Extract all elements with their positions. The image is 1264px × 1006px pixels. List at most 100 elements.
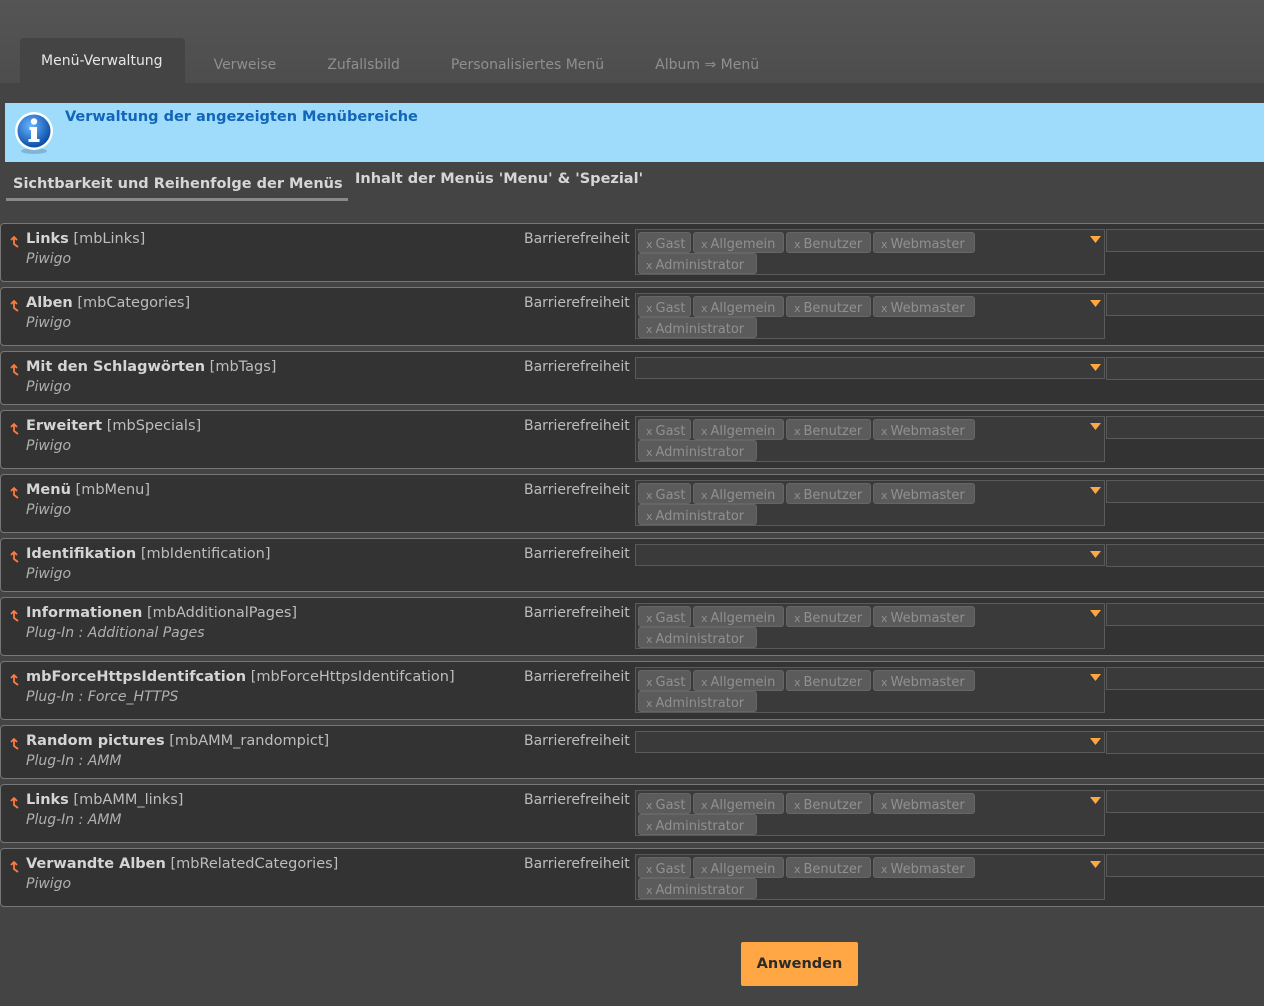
- access-group-select[interactable]: [635, 357, 1105, 379]
- block-order-input[interactable]: [1106, 667, 1264, 690]
- tab-2[interactable]: Zufallsbild: [306, 38, 422, 83]
- chip-remove-icon[interactable]: x: [881, 489, 888, 502]
- chip-remove-icon[interactable]: x: [646, 676, 653, 689]
- group-chip[interactable]: x Administrator: [638, 440, 757, 461]
- group-chip[interactable]: x Webmaster: [873, 857, 975, 878]
- drag-handle-icon[interactable]: [10, 423, 20, 435]
- dropdown-caret-icon[interactable]: [1090, 551, 1101, 558]
- group-chip[interactable]: x Benutzer: [786, 606, 871, 627]
- dropdown-caret-icon[interactable]: [1090, 738, 1101, 745]
- group-chip[interactable]: x Gast: [638, 419, 691, 440]
- group-chip[interactable]: x Allgemein: [693, 483, 784, 504]
- chip-remove-icon[interactable]: x: [701, 799, 708, 812]
- group-chip[interactable]: x Gast: [638, 670, 691, 691]
- menu-block-row[interactable]: mbForceHttpsIdentifcation [mbForceHttpsI…: [0, 661, 1264, 720]
- tab-1[interactable]: Verweise: [193, 38, 299, 83]
- menu-block-row[interactable]: Links [mbAMM_links] Plug-In : AMM Barriere…: [0, 784, 1264, 843]
- chip-remove-icon[interactable]: x: [794, 489, 801, 502]
- dropdown-caret-icon[interactable]: [1090, 674, 1101, 681]
- block-order-input[interactable]: [1106, 480, 1264, 503]
- dropdown-caret-icon[interactable]: [1090, 423, 1101, 430]
- chip-remove-icon[interactable]: x: [881, 676, 888, 689]
- chip-remove-icon[interactable]: x: [701, 676, 708, 689]
- group-chip[interactable]: x Allgemein: [693, 296, 784, 317]
- access-group-select[interactable]: x Gast x Allgemein x Benutzer x Webmaster x Admin…: [635, 229, 1105, 275]
- drag-handle-icon[interactable]: [10, 610, 20, 622]
- chip-remove-icon[interactable]: x: [881, 799, 888, 812]
- drag-handle-icon[interactable]: [10, 797, 20, 809]
- group-chip[interactable]: x Webmaster: [873, 670, 975, 691]
- block-order-input[interactable]: [1106, 229, 1264, 252]
- tab-3[interactable]: Personalisiertes Menü: [430, 38, 626, 83]
- dropdown-caret-icon[interactable]: [1090, 300, 1101, 307]
- group-chip[interactable]: x Allgemein: [693, 232, 784, 253]
- chip-remove-icon[interactable]: x: [701, 863, 708, 876]
- subtab-visibility[interactable]: Sichtbarkeit und Reihenfolge der Menüs: [6, 168, 348, 201]
- chip-remove-icon[interactable]: x: [646, 446, 653, 459]
- group-chip[interactable]: x Gast: [638, 793, 691, 814]
- group-chip[interactable]: x Benutzer: [786, 232, 871, 253]
- group-chip[interactable]: x Administrator: [638, 504, 757, 525]
- block-order-input[interactable]: [1106, 790, 1264, 813]
- block-order-input[interactable]: [1106, 416, 1264, 439]
- chip-remove-icon[interactable]: x: [701, 238, 708, 251]
- access-group-select[interactable]: x Gast x Allgemein x Benutzer x Webmaster x Admin…: [635, 603, 1105, 649]
- chip-remove-icon[interactable]: x: [646, 302, 653, 315]
- drag-handle-icon[interactable]: [10, 551, 20, 563]
- group-chip[interactable]: x Webmaster: [873, 296, 975, 317]
- group-chip[interactable]: x Administrator: [638, 691, 757, 712]
- tab-0[interactable]: Menü-Verwaltung: [20, 38, 185, 83]
- access-group-select[interactable]: x Gast x Allgemein x Benutzer x Webmaster x Admin…: [635, 416, 1105, 462]
- apply-button[interactable]: Anwenden: [741, 942, 858, 986]
- chip-remove-icon[interactable]: x: [646, 510, 653, 523]
- access-group-select[interactable]: x Gast x Allgemein x Benutzer x Webmaster x Admin…: [635, 293, 1105, 339]
- group-chip[interactable]: x Administrator: [638, 878, 757, 899]
- dropdown-caret-icon[interactable]: [1090, 487, 1101, 494]
- chip-remove-icon[interactable]: x: [701, 612, 708, 625]
- chip-remove-icon[interactable]: x: [646, 633, 653, 646]
- chip-remove-icon[interactable]: x: [646, 323, 653, 336]
- chip-remove-icon[interactable]: x: [881, 425, 888, 438]
- group-chip[interactable]: x Webmaster: [873, 232, 975, 253]
- tab-4[interactable]: Album ⇒ Menü: [634, 38, 781, 83]
- chip-remove-icon[interactable]: x: [646, 425, 653, 438]
- menu-block-row[interactable]: Links [mbLinks] Piwigo Barrierefreiheit x Ga…: [0, 223, 1264, 282]
- chip-remove-icon[interactable]: x: [646, 489, 653, 502]
- chip-remove-icon[interactable]: x: [701, 425, 708, 438]
- drag-handle-icon[interactable]: [10, 674, 20, 686]
- menu-block-row[interactable]: Verwandte Alben [mbRelatedCategories] Piw…: [0, 848, 1264, 907]
- chip-remove-icon[interactable]: x: [794, 612, 801, 625]
- group-chip[interactable]: x Allgemein: [693, 793, 784, 814]
- chip-remove-icon[interactable]: x: [646, 799, 653, 812]
- drag-handle-icon[interactable]: [10, 364, 20, 376]
- group-chip[interactable]: x Allgemein: [693, 857, 784, 878]
- group-chip[interactable]: x Allgemein: [693, 606, 784, 627]
- group-chip[interactable]: x Allgemein: [693, 419, 784, 440]
- drag-handle-icon[interactable]: [10, 300, 20, 312]
- group-chip[interactable]: x Administrator: [638, 317, 757, 338]
- drag-handle-icon[interactable]: [10, 738, 20, 750]
- group-chip[interactable]: x Gast: [638, 232, 691, 253]
- access-group-select[interactable]: [635, 544, 1105, 566]
- group-chip[interactable]: x Allgemein: [693, 670, 784, 691]
- menu-block-row[interactable]: Erweitert [mbSpecials] Piwigo Barrierefrei…: [0, 410, 1264, 469]
- block-order-input[interactable]: [1106, 544, 1264, 567]
- group-chip[interactable]: x Gast: [638, 296, 691, 317]
- access-group-select[interactable]: x Gast x Allgemein x Benutzer x Webmaster x Admin…: [635, 854, 1105, 900]
- group-chip[interactable]: x Webmaster: [873, 793, 975, 814]
- chip-remove-icon[interactable]: x: [646, 863, 653, 876]
- menu-block-row[interactable]: Informationen [mbAdditionalPages] Plug-In…: [0, 597, 1264, 656]
- group-chip[interactable]: x Gast: [638, 606, 691, 627]
- chip-remove-icon[interactable]: x: [794, 676, 801, 689]
- menu-block-row[interactable]: Menü [mbMenu] Piwigo Barrierefreiheit x Gast…: [0, 474, 1264, 533]
- chip-remove-icon[interactable]: x: [794, 425, 801, 438]
- chip-remove-icon[interactable]: x: [701, 302, 708, 315]
- chip-remove-icon[interactable]: x: [646, 238, 653, 251]
- chip-remove-icon[interactable]: x: [701, 489, 708, 502]
- dropdown-caret-icon[interactable]: [1090, 236, 1101, 243]
- group-chip[interactable]: x Gast: [638, 483, 691, 504]
- group-chip[interactable]: x Administrator: [638, 814, 757, 835]
- group-chip[interactable]: x Benutzer: [786, 296, 871, 317]
- drag-handle-icon[interactable]: [10, 236, 20, 248]
- subtab-menu-content[interactable]: Inhalt der Menüs 'Menu' & 'Spezial': [355, 171, 643, 187]
